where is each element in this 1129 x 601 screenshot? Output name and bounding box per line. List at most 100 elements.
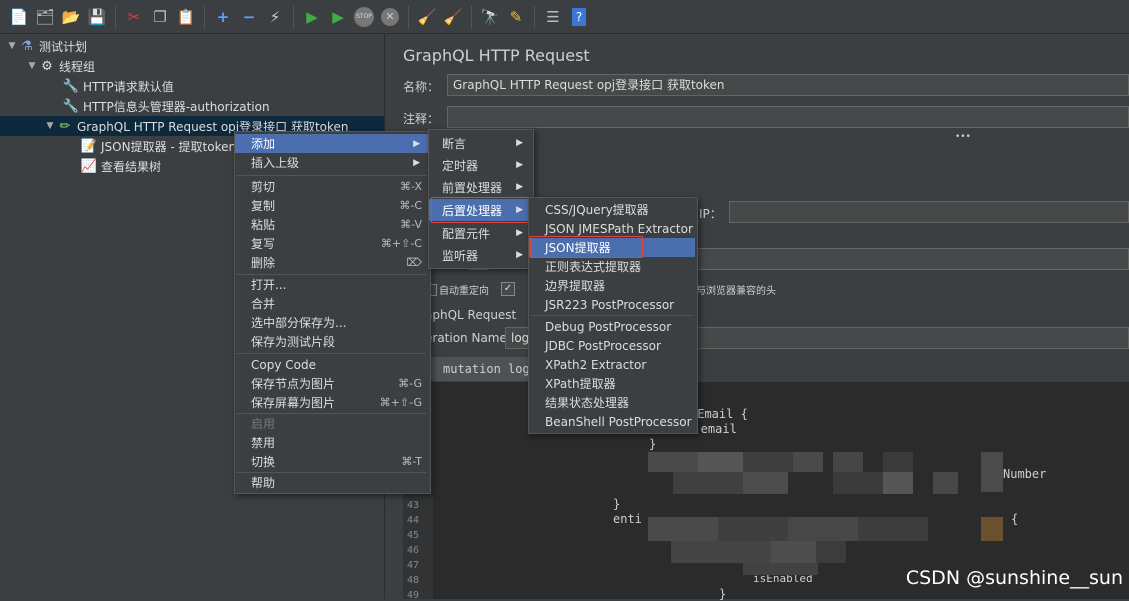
tree-item-results-tree[interactable]: 📈 查看结果树 — [68, 156, 161, 176]
menu-item-post-processors[interactable]: 后置处理器 ▶ — [429, 199, 531, 221]
menu-item-enable: 启用 — [251, 417, 276, 431]
watermark: CSDN @sunshine__sun — [905, 567, 1123, 589]
clear-icon[interactable]: 🧹 — [416, 6, 438, 28]
menu-item-merge[interactable]: 合并 — [235, 294, 428, 313]
file-icon: 📝 — [80, 138, 98, 154]
menu-item-boundary-extractor[interactable]: 边界提取器 — [529, 276, 695, 295]
mosaic-block — [933, 472, 958, 494]
menu-item-add[interactable]: 添加 ▶ — [235, 134, 428, 153]
toolbar-separator — [115, 5, 116, 28]
save-icon[interactable]: 💾 — [86, 6, 108, 28]
query-tab[interactable]: mutation log — [425, 357, 535, 381]
menu-item-disable[interactable]: 禁用 — [235, 433, 428, 452]
clear-all-icon[interactable]: 🧹 — [442, 6, 464, 28]
reset-search-icon[interactable]: ✎ — [505, 6, 527, 28]
mosaic-block — [833, 452, 863, 472]
comment-label: 注释： — [403, 112, 440, 126]
comment-field[interactable] — [447, 106, 1129, 128]
expand-arrow-icon[interactable]: ▼ — [6, 41, 18, 51]
menu-item-jdbc-postprocessor[interactable]: JDBC PostProcessor — [529, 336, 695, 355]
menu-item-save-screen-image[interactable]: 保存屏幕为图片 ⌘+⇧-G — [235, 393, 428, 412]
menu-item-copy-code[interactable]: Copy Code — [235, 355, 428, 374]
test-plan-icon: ⚗ — [21, 38, 33, 54]
cut-icon[interactable]: ✂ — [123, 6, 145, 28]
mosaic-block — [981, 517, 1003, 541]
tree-item-label: HTTP信息头管理器-authorization — [83, 99, 270, 114]
tree-item-json-extractor[interactable]: 📝 JSON提取器 - 提取token — [68, 136, 236, 156]
mosaic-block — [743, 452, 793, 472]
mosaic-block — [743, 472, 788, 494]
menu-item-help[interactable]: 帮助 — [235, 473, 428, 492]
menu-item-jsr223-postprocessor[interactable]: JSR223 PostProcessor — [529, 295, 695, 314]
menu-item-cut[interactable]: 剪切 ⌘-X — [235, 177, 428, 196]
expand-icon[interactable]: + — [212, 6, 234, 28]
mosaic-block — [671, 541, 771, 563]
gear-icon: ⚙ — [41, 58, 53, 74]
operation-name-label: eration Name — [425, 331, 507, 345]
menu-item-save-fragment[interactable]: 保存为测试片段 — [235, 332, 428, 351]
tree-item-thread-group[interactable]: ▼ ⚙ 线程组 — [26, 56, 95, 76]
menu-item-beanshell-postprocessor[interactable]: BeanShell PostProcessor — [529, 412, 695, 431]
name-field[interactable]: GraphQL HTTP Request opj登录接口 获取token — [447, 74, 1129, 96]
copy-icon[interactable]: ❐ — [149, 6, 171, 28]
follow-redirects-checkbox[interactable]: ✓ — [501, 282, 515, 296]
menu-item-timers[interactable]: 定时器 ▶ — [429, 154, 531, 176]
menu-item-save-node-image[interactable]: 保存节点为图片 ⌘-G — [235, 374, 428, 393]
menu-item-pre-processors[interactable]: 前置处理器 ▶ — [429, 176, 531, 198]
menu-item-listeners[interactable]: 监听器 ▶ — [429, 244, 531, 266]
submenu-arrow-icon: ▶ — [516, 160, 523, 170]
menu-item-insert-parent[interactable]: 插入上级 ▶ — [235, 153, 428, 172]
tree-item-test-plan[interactable]: ▼ ⚗ 测试计划 — [6, 36, 87, 56]
tree-item-label: 查看结果树 — [101, 159, 162, 174]
mosaic-block — [743, 563, 818, 575]
menu-item-regex-extractor[interactable]: 正则表达式提取器 — [529, 257, 695, 276]
context-menu: 添加 ▶ 插入上级 ▶ 剪切 ⌘-X 复制 ⌘-C 粘贴 ⌘-V 复写 ⌘+⇧-C 删除 ⌦ … — [234, 131, 431, 494]
menu-item-xpath-extractor[interactable]: XPath提取器 — [529, 374, 695, 393]
start-icon[interactable]: ▶ — [301, 6, 323, 28]
toolbar-separator — [293, 5, 294, 28]
menu-item-xpath2-extractor[interactable]: XPath2 Extractor — [529, 355, 695, 374]
help-icon[interactable]: ? — [568, 6, 590, 28]
menu-item-json-extractor[interactable]: JSON提取器 — [529, 238, 695, 257]
submenu-arrow-icon: ▶ — [516, 205, 523, 215]
menu-item-config-elements[interactable]: 配置元件 ▶ — [429, 222, 531, 244]
stop-icon[interactable]: STOP — [353, 6, 375, 28]
menu-item-duplicate[interactable]: 复写 ⌘+⇧-C — [235, 234, 428, 253]
collapse-icon[interactable]: − — [238, 6, 260, 28]
start-no-pause-icon[interactable]: ▶ — [327, 6, 349, 28]
toggle-icon[interactable]: ⚡ — [264, 6, 286, 28]
new-icon[interactable]: 📄 — [8, 6, 30, 28]
tree-item-http-defaults[interactable]: 🔧 HTTP请求默认值 — [50, 76, 174, 96]
mosaic-block — [981, 452, 1003, 492]
paste-icon[interactable]: 📋 — [175, 6, 197, 28]
menu-item-delete[interactable]: 删除 ⌦ — [235, 253, 428, 272]
mosaic-block — [883, 472, 913, 494]
menu-item-copy[interactable]: 复制 ⌘-C — [235, 196, 428, 215]
tree-item-label: 测试计划 — [39, 39, 88, 54]
path-field[interactable] — [685, 248, 1129, 270]
function-helper-icon[interactable]: ☰ — [542, 6, 564, 28]
ip-field[interactable] — [729, 201, 1129, 223]
shutdown-icon[interactable]: ✕ — [379, 6, 401, 28]
menu-item-result-status-handler[interactable]: 结果状态处理器 — [529, 393, 695, 412]
menu-item-assertions[interactable]: 断言 ▶ — [429, 132, 531, 154]
menu-item-open[interactable]: 打开... — [235, 275, 428, 294]
menu-item-debug-postprocessor[interactable]: Debug PostProcessor — [529, 317, 695, 336]
menu-item-css-jquery-extractor[interactable]: CSS/JQuery提取器 — [529, 200, 695, 219]
submenu-arrow-icon: ▶ — [413, 157, 420, 168]
menu-item-save-selection[interactable]: 选中部分保存为... — [235, 313, 428, 332]
tree-item-header-manager[interactable]: 🔧 HTTP信息头管理器-authorization — [50, 96, 270, 116]
templates-icon[interactable]: 🗂 — [34, 6, 56, 28]
mosaic-block — [858, 517, 928, 541]
search-icon[interactable]: 🔭 — [479, 6, 501, 28]
menu-item-json-jmespath-extractor[interactable]: JSON JMESPath Extractor — [529, 219, 695, 238]
compat-headers-label: 与浏览器兼容的头 — [696, 286, 776, 297]
splitter-dots[interactable]: ••• — [955, 132, 971, 142]
tree-item-label: JSON提取器 - 提取token — [101, 139, 237, 154]
menu-item-paste[interactable]: 粘贴 ⌘-V — [235, 215, 428, 234]
menu-item-toggle[interactable]: 切换 ⌘-T — [235, 452, 428, 471]
expand-arrow-icon[interactable]: ▼ — [26, 61, 38, 71]
open-icon[interactable]: 📂 — [60, 6, 82, 28]
expand-arrow-icon[interactable]: ▼ — [44, 121, 56, 131]
mosaic-block — [883, 452, 913, 472]
